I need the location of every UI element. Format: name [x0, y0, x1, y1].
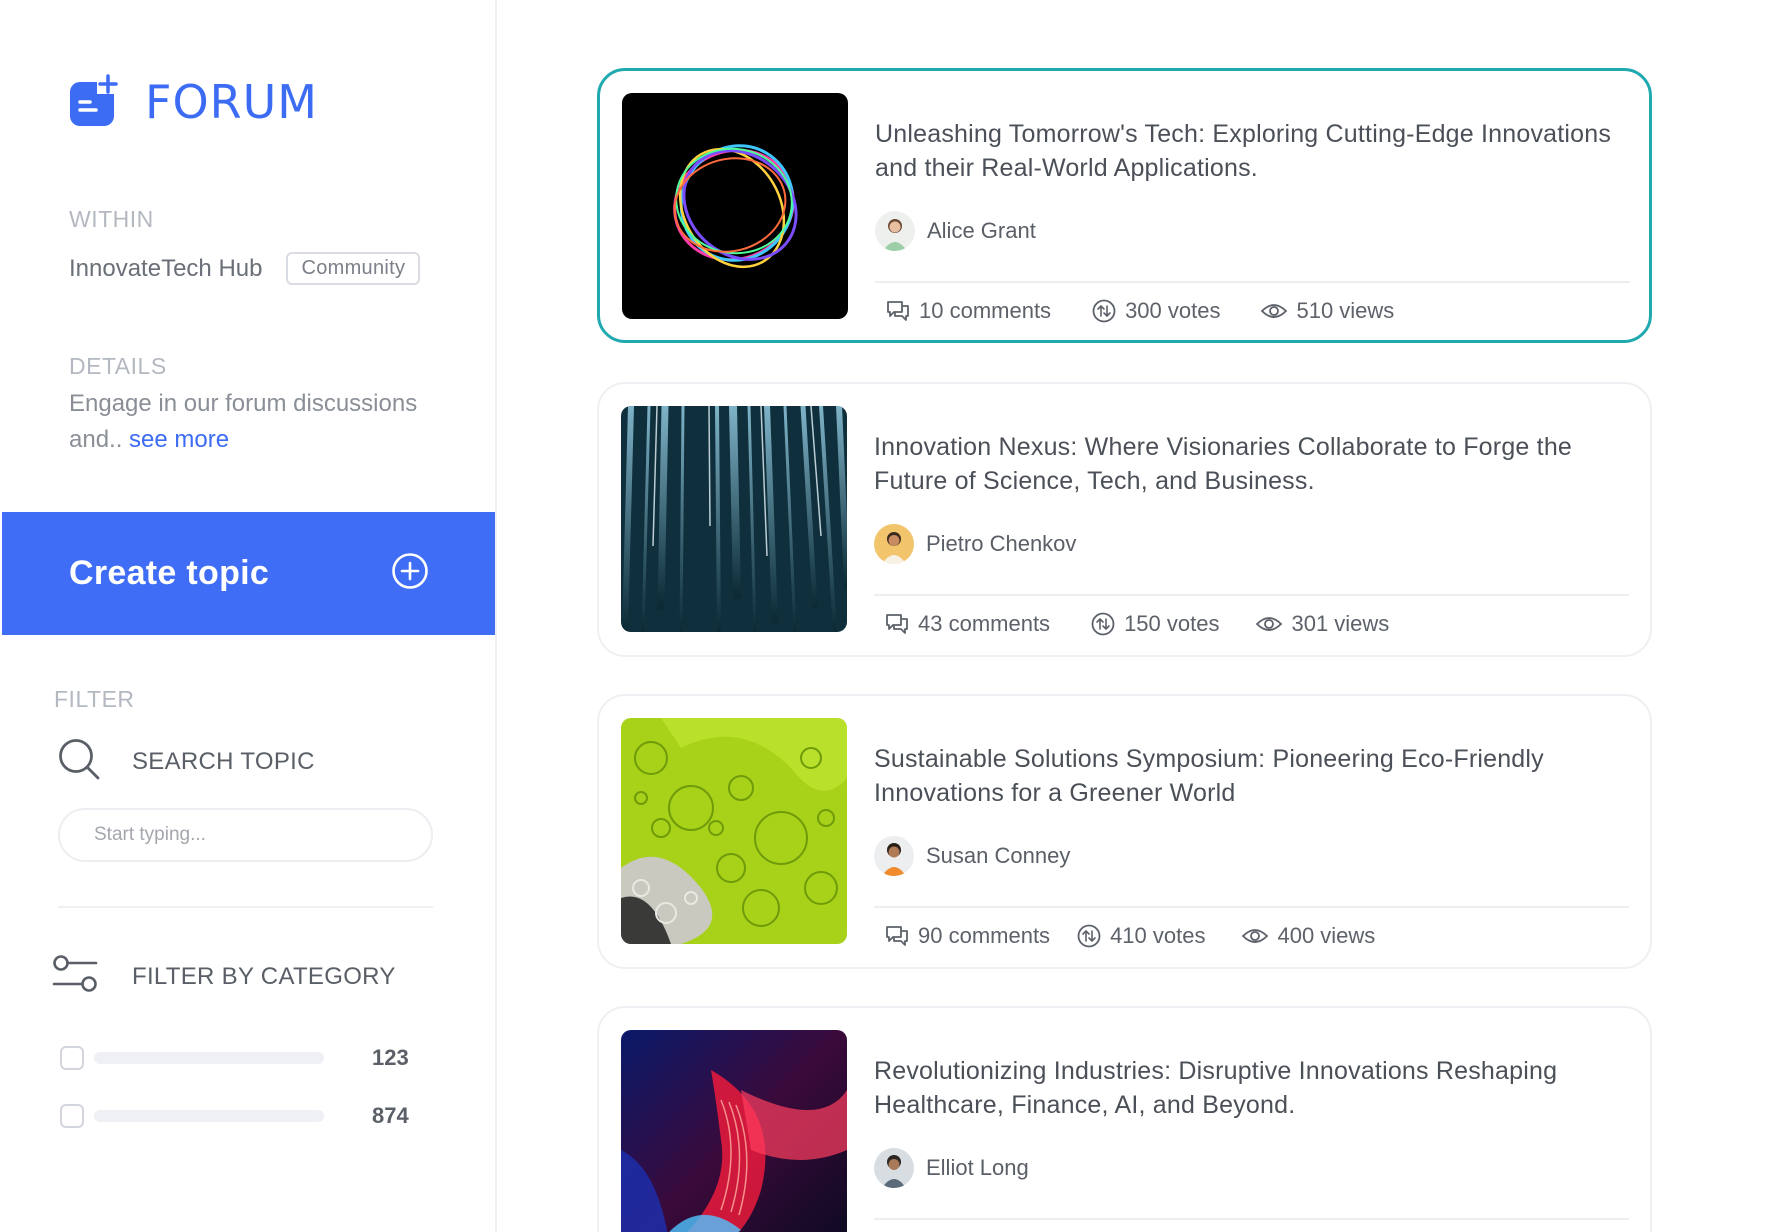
- votes-count: 300 votes: [1125, 298, 1221, 323]
- votes-icon: [1092, 299, 1116, 323]
- category-name-placeholder: [94, 1052, 324, 1064]
- topic-thumbnail: [621, 1030, 847, 1232]
- views-count: 400 views: [1277, 923, 1376, 948]
- topic-stats: 90 comments 410 votes 400 views: [884, 923, 1415, 949]
- views-count: 510 views: [1296, 298, 1395, 323]
- create-topic-label: Create topic: [69, 554, 270, 592]
- search-topic-label: SEARCH TOPIC: [132, 747, 315, 775]
- topic-card[interactable]: Sustainable Solutions Symposium: Pioneer…: [597, 694, 1652, 969]
- sidebar-divider: [58, 906, 433, 908]
- topic-author[interactable]: Alice Grant: [875, 211, 1036, 251]
- comments-icon: [886, 926, 908, 946]
- votes-stat[interactable]: 300 votes: [1091, 298, 1220, 324]
- avatar: [875, 211, 915, 251]
- filter-by-category-row: FILTER BY CATEGORY: [52, 953, 396, 1000]
- votes-count: 410 votes: [1110, 923, 1206, 948]
- topic-thumbnail: [621, 406, 847, 632]
- eye-icon: [1242, 929, 1269, 943]
- filter-sliders-icon: [52, 953, 98, 1000]
- topic-author[interactable]: Pietro Chenkov: [874, 524, 1076, 564]
- topic-card[interactable]: Innovation Nexus: Where Visionaries Coll…: [597, 382, 1652, 657]
- topic-stats: 10 comments 300 votes 510 views: [885, 298, 1434, 324]
- category-checkbox[interactable]: [60, 1046, 84, 1070]
- filter-label: FILTER: [54, 686, 135, 712]
- topic-title[interactable]: Unleashing Tomorrow's Tech: Exploring Cu…: [875, 117, 1615, 185]
- forum-page: FORUM WITHIN InnovateTech Hub Community …: [0, 0, 1776, 1232]
- topic-stats: 43 comments 150 votes 301 views: [884, 611, 1429, 637]
- search-icon: [56, 736, 102, 787]
- details-text: Engage in our forum discussions and.. se…: [69, 386, 429, 458]
- category-name-placeholder: [94, 1110, 324, 1122]
- topic-author[interactable]: Elliot Long: [874, 1148, 1029, 1188]
- views-stat[interactable]: 301 views: [1255, 611, 1389, 637]
- topic-author[interactable]: Susan Conney: [874, 836, 1070, 876]
- see-more-link[interactable]: see more: [129, 426, 229, 453]
- card-divider: [874, 1218, 1629, 1220]
- comments-count: 10 comments: [919, 298, 1052, 323]
- forum-add-icon: [68, 74, 120, 130]
- plus-circle-icon: [391, 552, 429, 595]
- comments-icon: [887, 301, 909, 321]
- votes-count: 150 votes: [1124, 611, 1220, 636]
- search-input[interactable]: [58, 808, 433, 862]
- logo[interactable]: FORUM: [68, 74, 318, 130]
- community-badge: Community: [286, 252, 421, 285]
- category-count: 874: [372, 1103, 409, 1128]
- topic-card[interactable]: Revolutionizing Industries: Disruptive I…: [597, 1006, 1652, 1232]
- votes-stat[interactable]: 150 votes: [1090, 611, 1219, 637]
- author-name: Alice Grant: [927, 218, 1036, 243]
- author-name: Elliot Long: [926, 1155, 1029, 1180]
- eye-icon: [1261, 304, 1288, 318]
- within-label: WITHIN: [69, 206, 154, 232]
- category-checkbox[interactable]: [60, 1104, 84, 1128]
- author-name: Pietro Chenkov: [926, 531, 1077, 556]
- comments-count: 90 comments: [918, 923, 1051, 948]
- topic-thumbnail: [622, 93, 848, 319]
- topic-title[interactable]: Revolutionizing Industries: Disruptive I…: [874, 1054, 1614, 1122]
- hub-name[interactable]: InnovateTech Hub: [69, 255, 262, 283]
- category-item: 874: [60, 1103, 422, 1129]
- topic-title[interactable]: Innovation Nexus: Where Visionaries Coll…: [874, 430, 1614, 498]
- details-label: DETAILS: [69, 353, 167, 379]
- views-stat[interactable]: 400 views: [1241, 923, 1375, 949]
- avatar: [874, 836, 914, 876]
- comments-count: 43 comments: [918, 611, 1051, 636]
- comments-stat[interactable]: 10 comments: [885, 298, 1051, 324]
- topic-thumbnail: [621, 718, 847, 944]
- sidebar: FORUM WITHIN InnovateTech Hub Community …: [0, 0, 497, 1232]
- comments-stat[interactable]: 43 comments: [884, 611, 1050, 637]
- votes-icon: [1077, 924, 1101, 948]
- details-description: Engage in our forum discussions and..: [69, 390, 418, 453]
- eye-icon: [1256, 617, 1283, 631]
- card-divider: [874, 906, 1629, 908]
- avatar: [874, 524, 914, 564]
- author-name: Susan Conney: [926, 843, 1071, 868]
- avatar: [874, 1148, 914, 1188]
- within-row: InnovateTech Hub Community: [69, 252, 421, 285]
- topic-title[interactable]: Sustainable Solutions Symposium: Pioneer…: [874, 742, 1614, 810]
- search-topic-row: SEARCH TOPIC: [56, 736, 315, 787]
- comments-icon: [886, 614, 908, 634]
- filter-by-category-label: FILTER BY CATEGORY: [132, 962, 396, 990]
- card-divider: [874, 594, 1629, 596]
- topic-card[interactable]: Unleashing Tomorrow's Tech: Exploring Cu…: [597, 68, 1652, 343]
- card-divider: [875, 281, 1630, 283]
- votes-stat[interactable]: 410 votes: [1076, 923, 1205, 949]
- app-title: FORUM: [145, 75, 318, 129]
- views-stat[interactable]: 510 views: [1260, 298, 1394, 324]
- category-item: 123: [60, 1045, 422, 1071]
- comments-stat[interactable]: 90 comments: [884, 923, 1050, 949]
- views-count: 301 views: [1291, 611, 1390, 636]
- votes-icon: [1091, 612, 1115, 636]
- create-topic-button[interactable]: Create topic: [2, 512, 495, 635]
- category-count: 123: [372, 1045, 409, 1070]
